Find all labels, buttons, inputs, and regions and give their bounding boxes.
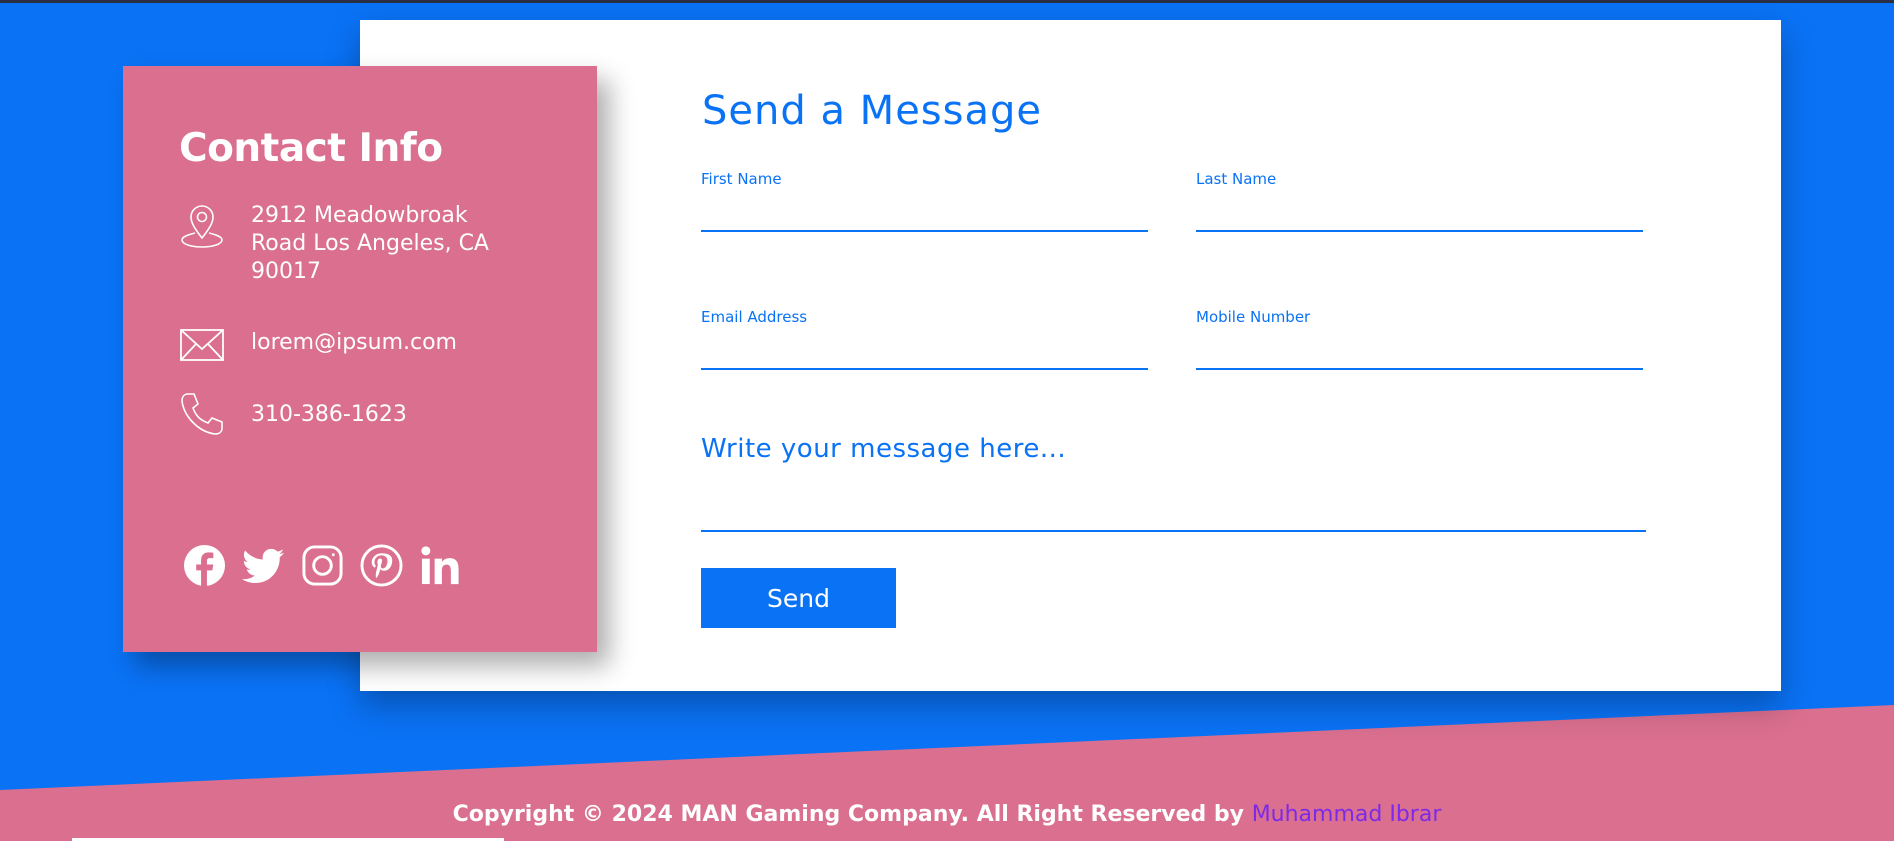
- mobile-group: Mobile Number: [1196, 308, 1643, 370]
- contact-info-title: Contact Info: [179, 126, 443, 171]
- last-name-input[interactable]: [1196, 196, 1643, 232]
- pinterest-icon[interactable]: [360, 544, 403, 587]
- instagram-icon[interactable]: [301, 544, 344, 587]
- email-group: Email Address: [701, 308, 1148, 370]
- social-links: [183, 544, 462, 587]
- email-input[interactable]: [701, 334, 1148, 370]
- location-pin-icon: [181, 205, 223, 248]
- first-name-group: First Name: [701, 170, 1148, 232]
- twitter-icon[interactable]: [242, 544, 285, 587]
- mobile-input[interactable]: [1196, 334, 1643, 370]
- phone-icon: [181, 393, 223, 435]
- email-label: Email Address: [701, 308, 808, 326]
- mobile-label: Mobile Number: [1196, 308, 1311, 326]
- email-row: lorem@ipsum.com: [179, 322, 501, 368]
- last-name-group: Last Name: [1196, 170, 1643, 232]
- footer-copyright: Copyright © 2024 MAN Gaming Company. All…: [0, 798, 1894, 832]
- send-button[interactable]: Send: [701, 568, 896, 628]
- phone-link[interactable]: 310-386-1623: [251, 391, 501, 429]
- first-name-input[interactable]: [701, 196, 1148, 232]
- message-textarea[interactable]: [701, 434, 1646, 532]
- address-row: 2912 Meadowbroak Road Los Angeles, CA 90…: [179, 202, 501, 286]
- form-title: Send a Message: [702, 88, 1042, 134]
- email-link[interactable]: lorem@ipsum.com: [251, 322, 501, 357]
- last-name-label: Last Name: [1196, 170, 1277, 188]
- linkedin-icon[interactable]: [419, 544, 462, 587]
- address-text: 2912 Meadowbroak Road Los Angeles, CA 90…: [251, 203, 489, 284]
- mail-icon: [180, 329, 224, 361]
- first-name-label: First Name: [701, 170, 782, 188]
- top-border: [0, 0, 1894, 3]
- phone-row: 310-386-1623: [179, 391, 501, 437]
- facebook-icon[interactable]: [183, 544, 226, 587]
- copyright-text: Copyright © 2024 MAN Gaming Company. All…: [452, 802, 1245, 827]
- author-link[interactable]: Muhammad Ibrar: [1252, 802, 1442, 827]
- contact-info-card: Contact Info 2912 Meadowbroak Road Los A…: [123, 66, 597, 652]
